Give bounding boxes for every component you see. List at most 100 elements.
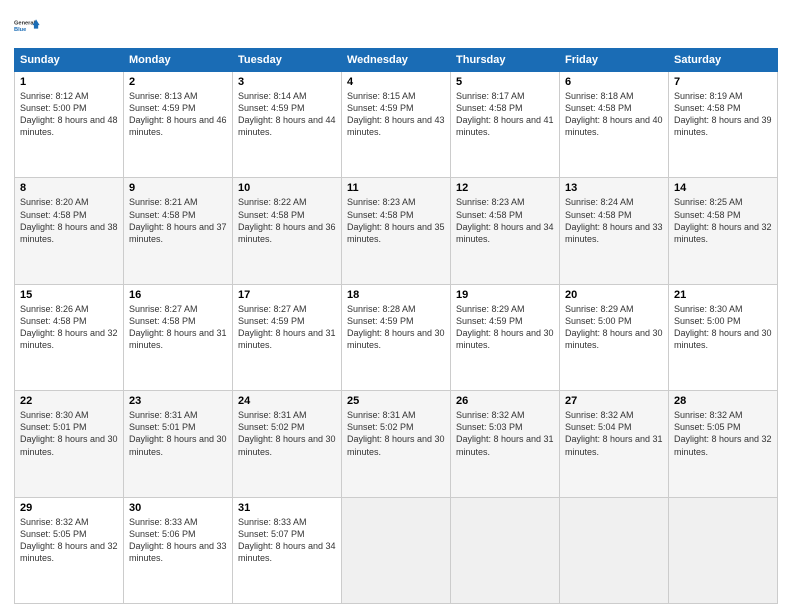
calendar-cell: 31 Sunrise: 8:33 AMSunset: 5:07 PMDayligh… (233, 497, 342, 603)
day-info: Sunrise: 8:17 AMSunset: 4:58 PMDaylight:… (456, 90, 554, 139)
calendar-week-3: 15Sunrise: 8:26 AMSunset: 4:58 PMDayligh… (15, 284, 778, 390)
weekday-header-tuesday: Tuesday (233, 49, 342, 72)
calendar-cell: 1 Sunrise: 8:12 AMSunset: 5:00 PMDaylight… (15, 72, 124, 178)
weekday-header-row: SundayMondayTuesdayWednesdayThursdayFrid… (15, 49, 778, 72)
day-info: Sunrise: 8:29 AMSunset: 4:59 PMDaylight:… (456, 303, 554, 352)
calendar-cell: 8 Sunrise: 8:20 AMSunset: 4:58 PMDaylight… (15, 178, 124, 284)
calendar-cell: 24Sunrise: 8:31 AMSunset: 5:02 PMDayligh… (233, 391, 342, 497)
calendar-cell: 15Sunrise: 8:26 AMSunset: 4:58 PMDayligh… (15, 284, 124, 390)
svg-text:General: General (14, 20, 36, 26)
calendar-cell: 30 Sunrise: 8:33 AMSunset: 5:06 PMDayligh… (124, 497, 233, 603)
calendar-cell: 3 Sunrise: 8:14 AMSunset: 4:59 PMDaylight… (233, 72, 342, 178)
day-number: 22 (20, 395, 118, 407)
day-info: Sunrise: 8:30 AMSunset: 5:00 PMDaylight:… (674, 303, 772, 352)
day-number: 29 (20, 502, 118, 514)
day-number: 1 (20, 76, 118, 88)
day-info: Sunrise: 8:28 AMSunset: 4:59 PMDaylight:… (347, 303, 445, 352)
day-info: Sunrise: 8:18 AMSunset: 4:58 PMDaylight:… (565, 90, 663, 139)
day-number: 19 (456, 289, 554, 301)
header: GeneralBlue (14, 10, 778, 42)
calendar-cell: 27 Sunrise: 8:32 AMSunset: 5:04 PMDayligh… (560, 391, 669, 497)
day-info: Sunrise: 8:21 AMSunset: 4:58 PMDaylight:… (129, 196, 227, 245)
day-number: 12 (456, 182, 554, 194)
day-number: 25 (347, 395, 445, 407)
day-number: 9 (129, 182, 227, 194)
weekday-header-wednesday: Wednesday (342, 49, 451, 72)
calendar-week-4: 22 Sunrise: 8:30 AMSunset: 5:01 PMDayligh… (15, 391, 778, 497)
day-number: 20 (565, 289, 663, 301)
day-info: Sunrise: 8:14 AMSunset: 4:59 PMDaylight:… (238, 90, 336, 139)
calendar-cell: 25Sunrise: 8:31 AMSunset: 5:02 PMDayligh… (342, 391, 451, 497)
calendar-week-2: 8 Sunrise: 8:20 AMSunset: 4:58 PMDaylight… (15, 178, 778, 284)
weekday-header-monday: Monday (124, 49, 233, 72)
day-number: 14 (674, 182, 772, 194)
day-info: Sunrise: 8:12 AMSunset: 5:00 PMDaylight:… (20, 90, 118, 139)
day-number: 6 (565, 76, 663, 88)
svg-text:Blue: Blue (14, 27, 26, 33)
calendar-cell: 21Sunrise: 8:30 AMSunset: 5:00 PMDayligh… (669, 284, 778, 390)
day-number: 11 (347, 182, 445, 194)
day-info: Sunrise: 8:27 AMSunset: 4:59 PMDaylight:… (238, 303, 336, 352)
day-number: 31 (238, 502, 336, 514)
weekday-header-friday: Friday (560, 49, 669, 72)
day-number: 3 (238, 76, 336, 88)
day-number: 27 (565, 395, 663, 407)
calendar-cell: 16 Sunrise: 8:27 AMSunset: 4:58 PMDayligh… (124, 284, 233, 390)
calendar-cell: 4Sunrise: 8:15 AMSunset: 4:59 PMDaylight… (342, 72, 451, 178)
logo-icon: GeneralBlue (14, 10, 46, 42)
day-info: Sunrise: 8:32 AMSunset: 5:05 PMDaylight:… (20, 516, 118, 565)
calendar-cell: 2Sunrise: 8:13 AMSunset: 4:59 PMDaylight… (124, 72, 233, 178)
day-number: 28 (674, 395, 772, 407)
calendar-cell: 19 Sunrise: 8:29 AMSunset: 4:59 PMDayligh… (451, 284, 560, 390)
day-number: 15 (20, 289, 118, 301)
calendar-cell (560, 497, 669, 603)
day-number: 8 (20, 182, 118, 194)
calendar-cell (451, 497, 560, 603)
calendar-cell: 14 Sunrise: 8:25 AMSunset: 4:58 PMDayligh… (669, 178, 778, 284)
day-info: Sunrise: 8:33 AMSunset: 5:06 PMDaylight:… (129, 516, 227, 565)
day-number: 23 (129, 395, 227, 407)
day-number: 5 (456, 76, 554, 88)
day-number: 26 (456, 395, 554, 407)
day-number: 18 (347, 289, 445, 301)
weekday-header-saturday: Saturday (669, 49, 778, 72)
calendar-cell: 23 Sunrise: 8:31 AMSunset: 5:01 PMDayligh… (124, 391, 233, 497)
calendar-cell: 11 Sunrise: 8:23 AMSunset: 4:58 PMDayligh… (342, 178, 451, 284)
day-number: 2 (129, 76, 227, 88)
day-info: Sunrise: 8:30 AMSunset: 5:01 PMDaylight:… (20, 409, 118, 458)
day-number: 7 (674, 76, 772, 88)
calendar-cell: 9 Sunrise: 8:21 AMSunset: 4:58 PMDaylight… (124, 178, 233, 284)
day-number: 16 (129, 289, 227, 301)
calendar-cell (669, 497, 778, 603)
calendar-cell: 18 Sunrise: 8:28 AMSunset: 4:59 PMDayligh… (342, 284, 451, 390)
calendar-cell: 28 Sunrise: 8:32 AMSunset: 5:05 PMDayligh… (669, 391, 778, 497)
day-info: Sunrise: 8:32 AMSunset: 5:05 PMDaylight:… (674, 409, 772, 458)
day-info: Sunrise: 8:22 AMSunset: 4:58 PMDaylight:… (238, 196, 336, 245)
calendar-table: SundayMondayTuesdayWednesdayThursdayFrid… (14, 48, 778, 604)
day-info: Sunrise: 8:20 AMSunset: 4:58 PMDaylight:… (20, 196, 118, 245)
day-number: 4 (347, 76, 445, 88)
weekday-header-sunday: Sunday (15, 49, 124, 72)
calendar-cell: 5 Sunrise: 8:17 AMSunset: 4:58 PMDaylight… (451, 72, 560, 178)
calendar-cell: 17Sunrise: 8:27 AMSunset: 4:59 PMDayligh… (233, 284, 342, 390)
day-info: Sunrise: 8:19 AMSunset: 4:58 PMDaylight:… (674, 90, 772, 139)
day-info: Sunrise: 8:32 AMSunset: 5:04 PMDaylight:… (565, 409, 663, 458)
calendar-cell: 7 Sunrise: 8:19 AMSunset: 4:58 PMDaylight… (669, 72, 778, 178)
calendar-body: 1 Sunrise: 8:12 AMSunset: 5:00 PMDaylight… (15, 72, 778, 604)
day-info: Sunrise: 8:23 AMSunset: 4:58 PMDaylight:… (347, 196, 445, 245)
day-info: Sunrise: 8:24 AMSunset: 4:58 PMDaylight:… (565, 196, 663, 245)
day-number: 13 (565, 182, 663, 194)
calendar-cell: 13 Sunrise: 8:24 AMSunset: 4:58 PMDayligh… (560, 178, 669, 284)
calendar-cell (342, 497, 451, 603)
day-info: Sunrise: 8:27 AMSunset: 4:58 PMDaylight:… (129, 303, 227, 352)
day-info: Sunrise: 8:33 AMSunset: 5:07 PMDaylight:… (238, 516, 336, 565)
calendar-week-1: 1 Sunrise: 8:12 AMSunset: 5:00 PMDaylight… (15, 72, 778, 178)
day-number: 30 (129, 502, 227, 514)
day-info: Sunrise: 8:31 AMSunset: 5:01 PMDaylight:… (129, 409, 227, 458)
calendar-cell: 20Sunrise: 8:29 AMSunset: 5:00 PMDayligh… (560, 284, 669, 390)
day-info: Sunrise: 8:25 AMSunset: 4:58 PMDaylight:… (674, 196, 772, 245)
calendar-cell: 10Sunrise: 8:22 AMSunset: 4:58 PMDayligh… (233, 178, 342, 284)
day-info: Sunrise: 8:31 AMSunset: 5:02 PMDaylight:… (238, 409, 336, 458)
calendar-cell: 6 Sunrise: 8:18 AMSunset: 4:58 PMDaylight… (560, 72, 669, 178)
day-info: Sunrise: 8:32 AMSunset: 5:03 PMDaylight:… (456, 409, 554, 458)
